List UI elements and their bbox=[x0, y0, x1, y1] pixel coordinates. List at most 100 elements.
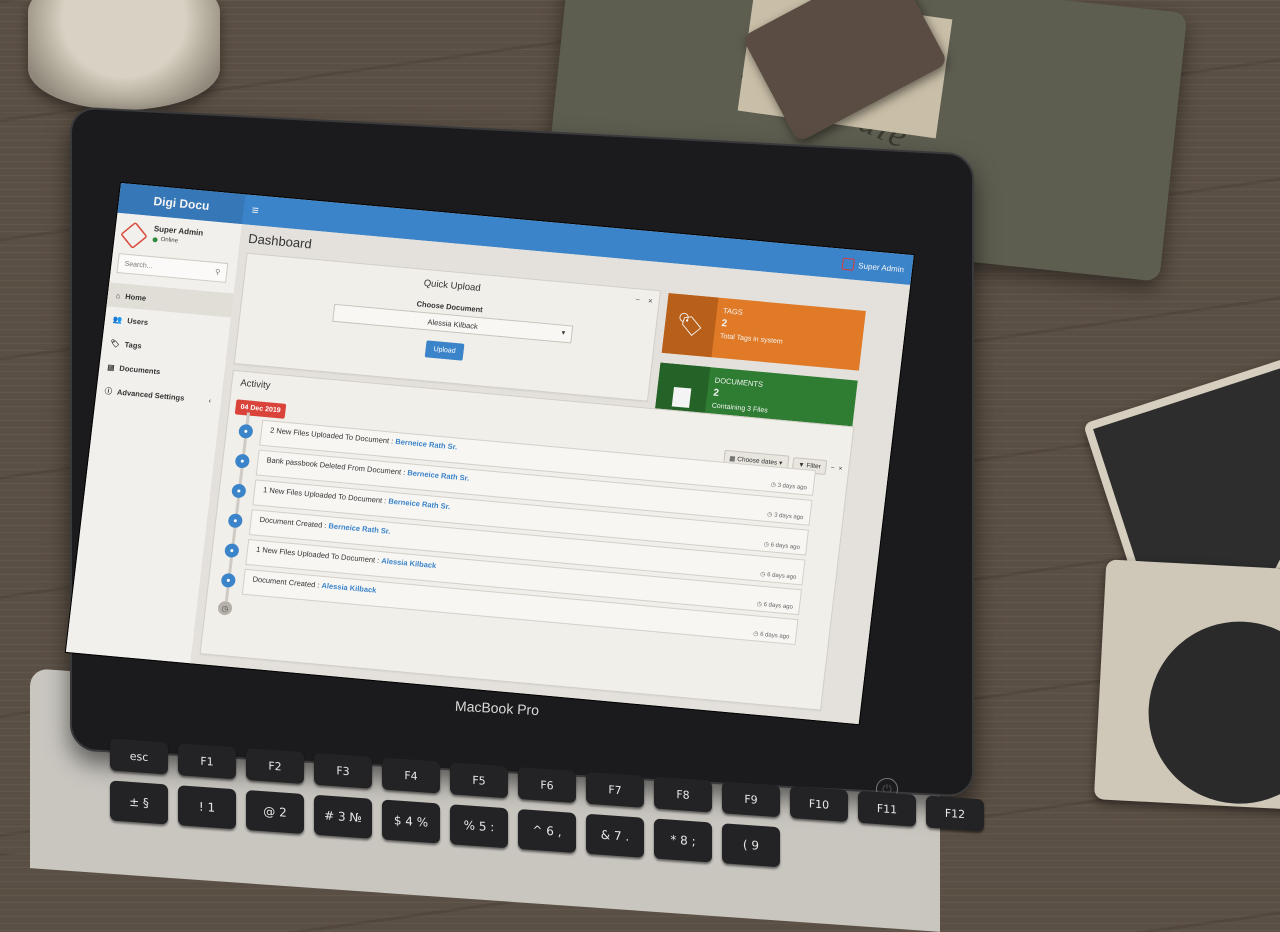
main-content: Dashboard − × Quick Upload Choose Docume… bbox=[190, 224, 911, 725]
key-f9[interactable]: F9 bbox=[722, 781, 780, 818]
key-f5[interactable]: F5 bbox=[450, 762, 508, 799]
tags-info-box[interactable]: 🏷 TAGS 2 Total Tags in system bbox=[661, 293, 866, 371]
document-link[interactable]: Berneice Rath Sr. bbox=[395, 437, 458, 452]
home-icon: ⌂ bbox=[115, 290, 121, 300]
key-2[interactable]: @ 2 bbox=[246, 789, 304, 834]
clock-icon: ◷ bbox=[770, 482, 777, 489]
document-link[interactable]: Berneice Rath Sr. bbox=[388, 497, 451, 512]
key-f2[interactable]: F2 bbox=[246, 747, 304, 784]
documents-label: DOCUMENTS bbox=[714, 375, 764, 389]
key-esc[interactable]: esc bbox=[110, 738, 168, 775]
key-f10[interactable]: F10 bbox=[790, 785, 848, 823]
filter-icon: ▼ bbox=[797, 461, 806, 469]
coaster-bottom bbox=[1093, 559, 1280, 811]
user-icon: ● bbox=[231, 483, 247, 499]
sidebar-item-label: Advanced Settings bbox=[116, 387, 185, 403]
key-f8[interactable]: F8 bbox=[654, 776, 712, 813]
key-4[interactable]: $ 4 % bbox=[382, 799, 440, 844]
clock-icon: ◷ bbox=[752, 631, 759, 638]
collapse-icon[interactable]: − bbox=[830, 464, 835, 471]
documents-subtext: Containing 3 Files bbox=[711, 402, 769, 415]
user-avatar-icon bbox=[841, 257, 856, 271]
coaster-art bbox=[1143, 616, 1280, 809]
sidebar-menu: ⌂ Home 👥 Users 🏷 Tags ▤ Documents ⓘ Adva… bbox=[95, 282, 234, 413]
sidebar-user-name: Super Admin bbox=[153, 224, 204, 238]
search-icon[interactable]: ⚲ bbox=[215, 268, 221, 276]
clock-icon: ◷ bbox=[756, 601, 763, 608]
key-f12[interactable]: F12 bbox=[926, 795, 984, 832]
users-icon: 👥 bbox=[112, 314, 123, 325]
close-icon[interactable]: × bbox=[838, 465, 843, 472]
user-icon: ● bbox=[234, 453, 251, 469]
activity-title: Activity bbox=[239, 377, 272, 392]
key-f4[interactable]: F4 bbox=[382, 757, 440, 794]
activity-text: 1 New Files Uploaded To Document : bbox=[262, 485, 387, 506]
sidebar-item-label: Users bbox=[126, 315, 149, 327]
key-5[interactable]: % 5 : bbox=[450, 804, 508, 849]
document-link[interactable]: Berneice Rath Sr. bbox=[328, 521, 391, 536]
user-icon: ● bbox=[220, 572, 237, 588]
top-user-name: Super Admin bbox=[857, 260, 905, 274]
search-input[interactable]: Search... ⚲ bbox=[116, 253, 229, 283]
activity-time: 6 days ago bbox=[759, 631, 790, 641]
activity-text: 1 New Files Uploaded To Document : bbox=[255, 544, 380, 565]
activity-text: Bank passbook Deleted From Document : bbox=[266, 455, 406, 477]
key-f11[interactable]: F11 bbox=[858, 790, 916, 827]
dropdown-caret-icon: ▼ bbox=[559, 330, 567, 337]
key-f6[interactable]: F6 bbox=[518, 766, 576, 804]
activity-time: 3 days ago bbox=[773, 512, 804, 522]
activity-text: Document Created : bbox=[252, 574, 321, 590]
tag-icon: 🏷 bbox=[661, 293, 719, 358]
document-link[interactable]: Berneice Rath Sr. bbox=[407, 468, 470, 483]
key-8[interactable]: * 8 ; bbox=[654, 818, 712, 863]
document-link[interactable]: Alessia Kilback bbox=[321, 581, 377, 595]
hamburger-icon[interactable]: ≡ bbox=[251, 203, 260, 218]
key-6[interactable]: ^ 6 , bbox=[518, 808, 576, 854]
page-title: Dashboard bbox=[247, 230, 313, 252]
key-7[interactable]: & 7 . bbox=[586, 813, 644, 858]
key-1[interactable]: ! 1 bbox=[178, 785, 236, 830]
top-user-menu[interactable]: Super Admin bbox=[841, 257, 905, 276]
sidebar-item-label: Documents bbox=[119, 363, 161, 376]
jar bbox=[28, 0, 220, 110]
documents-count: 2 bbox=[712, 387, 720, 400]
key-3[interactable]: # 3 № bbox=[314, 794, 372, 839]
app-screen: Digi Docu ≡ Super Admin Super Admin Onli… bbox=[65, 183, 914, 725]
user-icon: ● bbox=[238, 423, 254, 439]
key-f1[interactable]: F1 bbox=[178, 743, 236, 780]
upload-button[interactable]: Upload bbox=[424, 340, 465, 361]
key-f7[interactable]: F7 bbox=[586, 771, 644, 808]
activity-time: 3 days ago bbox=[777, 482, 808, 492]
tags-label: TAGS bbox=[722, 306, 744, 317]
sidebar-item-label: Home bbox=[124, 291, 147, 303]
sidebar-item-label: Tags bbox=[124, 339, 143, 351]
key-9[interactable]: ( 9 bbox=[722, 823, 780, 868]
user-icon: ● bbox=[227, 513, 244, 529]
document-link[interactable]: Alessia Kilback bbox=[381, 556, 437, 570]
key-f3[interactable]: F3 bbox=[314, 752, 372, 789]
jar-label bbox=[49, 27, 197, 53]
document-select-value: Alessia Kilback bbox=[427, 316, 479, 331]
sidebar-user-status: Online bbox=[152, 236, 178, 244]
info-icon: ⓘ bbox=[104, 385, 113, 396]
activity-text: Document Created : bbox=[259, 514, 328, 531]
date-badge: 04 Dec 2019 bbox=[234, 399, 287, 419]
tag-icon: 🏷 bbox=[109, 338, 121, 349]
laravel-logo-icon bbox=[120, 221, 148, 250]
clock-icon: ◷ bbox=[217, 600, 233, 616]
key-section[interactable]: ± § bbox=[110, 780, 168, 825]
clock-icon: ◷ bbox=[766, 511, 773, 519]
status-label: Online bbox=[160, 236, 179, 245]
clock-icon: ◷ bbox=[763, 541, 770, 549]
tags-subtext: Total Tags in system bbox=[719, 332, 784, 346]
chevron-left-icon: ‹ bbox=[208, 395, 212, 405]
activity-time: 6 days ago bbox=[770, 542, 801, 552]
search-placeholder: Search... bbox=[124, 260, 153, 270]
activity-box: Activity 04 Dec 2019 ▦ Choose dates ▾ ▼ … bbox=[199, 369, 855, 711]
document-icon: ▤ bbox=[106, 362, 116, 372]
activity-time: 6 days ago bbox=[766, 572, 797, 581]
online-dot-icon bbox=[152, 236, 158, 243]
tags-count: 2 bbox=[720, 318, 728, 330]
clock-icon: ◷ bbox=[759, 571, 766, 578]
activity-text: 2 New Files Uploaded To Document : bbox=[269, 425, 394, 446]
